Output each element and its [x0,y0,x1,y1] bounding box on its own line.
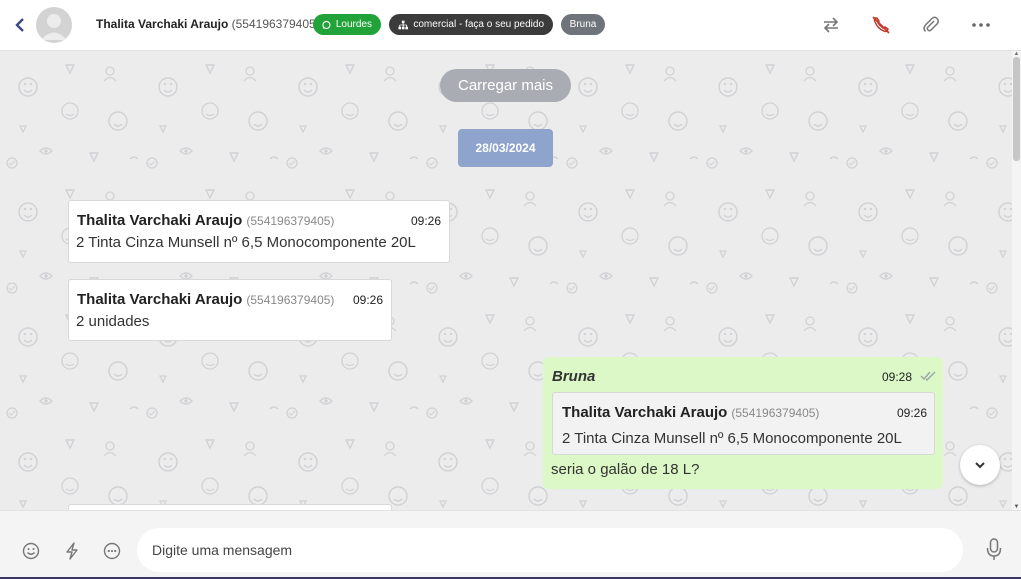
quick-actions-button[interactable] [62,541,82,561]
message-sender: Thalita Varchaki Araujo (554196379405) [77,212,334,229]
contact-phone: (554196379405) [231,17,320,31]
whatsapp-icon [322,20,331,29]
message-time: 09:26 [353,293,384,307]
incoming-message[interactable]: Thalita Varchaki Araujo (554196379405) 09… [68,279,392,341]
queue-tag-label: comercial - faça o seu pedido [413,19,544,30]
transfer-arrows-icon [823,17,839,33]
avatar[interactable] [36,7,72,43]
double-check-icon [920,371,936,381]
record-audio-button[interactable] [984,537,1004,563]
chat-scrollbar[interactable]: ▲ ▼ [1012,51,1021,510]
user-silhouette-icon [36,7,72,43]
outgoing-time: 09:28 [882,370,913,384]
chat-area[interactable]: Carregar mais 28/03/2024 Thalita Varchak… [0,51,1012,510]
channel-tag[interactable]: Lourdes [313,14,381,35]
attach-button[interactable] [920,14,942,36]
contact-title: Thalita Varchaki Araujo (554196379405) [96,17,320,31]
transfer-button[interactable] [820,14,842,36]
message-input[interactable] [137,528,963,572]
contact-name: Thalita Varchaki Araujo [96,17,229,31]
end-call-button[interactable] [870,14,892,36]
more-button[interactable] [970,14,992,36]
more-horizontal-icon [972,23,990,27]
message-sender-phone: (554196379405) [246,214,335,228]
phone-off-icon [872,16,890,34]
microphone-icon [986,538,1002,560]
load-more-button[interactable]: Carregar mais [440,69,571,102]
quoted-sender: Thalita Varchaki Araujo (554196379405) [562,404,819,421]
message-text: 2 Tinta Cinza Munsell nº 6,5 Monocompone… [76,234,416,251]
message-sender-name: Thalita Varchaki Araujo [77,212,243,229]
scroll-to-bottom-button[interactable] [960,445,1000,485]
chat-header: Thalita Varchaki Araujo (554196379405) L… [0,0,1021,51]
quoted-time: 09:26 [897,406,928,420]
quick-reply-icon [103,542,121,560]
message-sender-name: Thalita Varchaki Araujo [77,291,243,308]
outgoing-message[interactable]: Bruna 09:28 Thalita Varchaki Araujo (5541… [543,357,943,489]
quoted-message[interactable]: Thalita Varchaki Araujo (554196379405) 09… [552,392,935,455]
chevron-left-icon [15,18,24,32]
message-text: 2 unidades [76,313,150,330]
incoming-message[interactable]: Thalita Varchaki Araujo (554196379405) 09… [68,200,450,263]
queue-tag[interactable]: comercial - faça o seu pedido [389,14,553,35]
quoted-sender-name: Thalita Varchaki Araujo [562,404,728,421]
composer [0,510,1021,579]
outgoing-sender: Bruna [552,368,596,385]
paperclip-icon [923,16,939,33]
lightning-icon [66,542,78,560]
quoted-sender-phone: (554196379405) [731,406,820,420]
channel-tag-label: Lourdes [335,19,372,30]
back-button[interactable] [12,15,28,35]
quoted-text: 2 Tinta Cinza Munsell nº 6,5 Monocompone… [562,430,902,447]
emoji-icon [22,542,40,560]
sitemap-icon [398,20,408,29]
message-sender-phone: (554196379405) [246,293,335,307]
chevron-down-icon [975,462,985,469]
outgoing-text: seria o galão de 18 L? [551,461,700,478]
emoji-button[interactable] [21,541,41,561]
message-sender: Thalita Varchaki Araujo (554196379405) [77,291,334,308]
message-time: 09:26 [411,214,442,228]
agent-tag-label: Bruna [569,19,597,30]
scroll-thumb[interactable] [1013,57,1020,161]
agent-tag[interactable]: Bruna [561,14,605,35]
quick-reply-button[interactable] [102,541,122,561]
date-separator: 28/03/2024 [458,129,553,167]
